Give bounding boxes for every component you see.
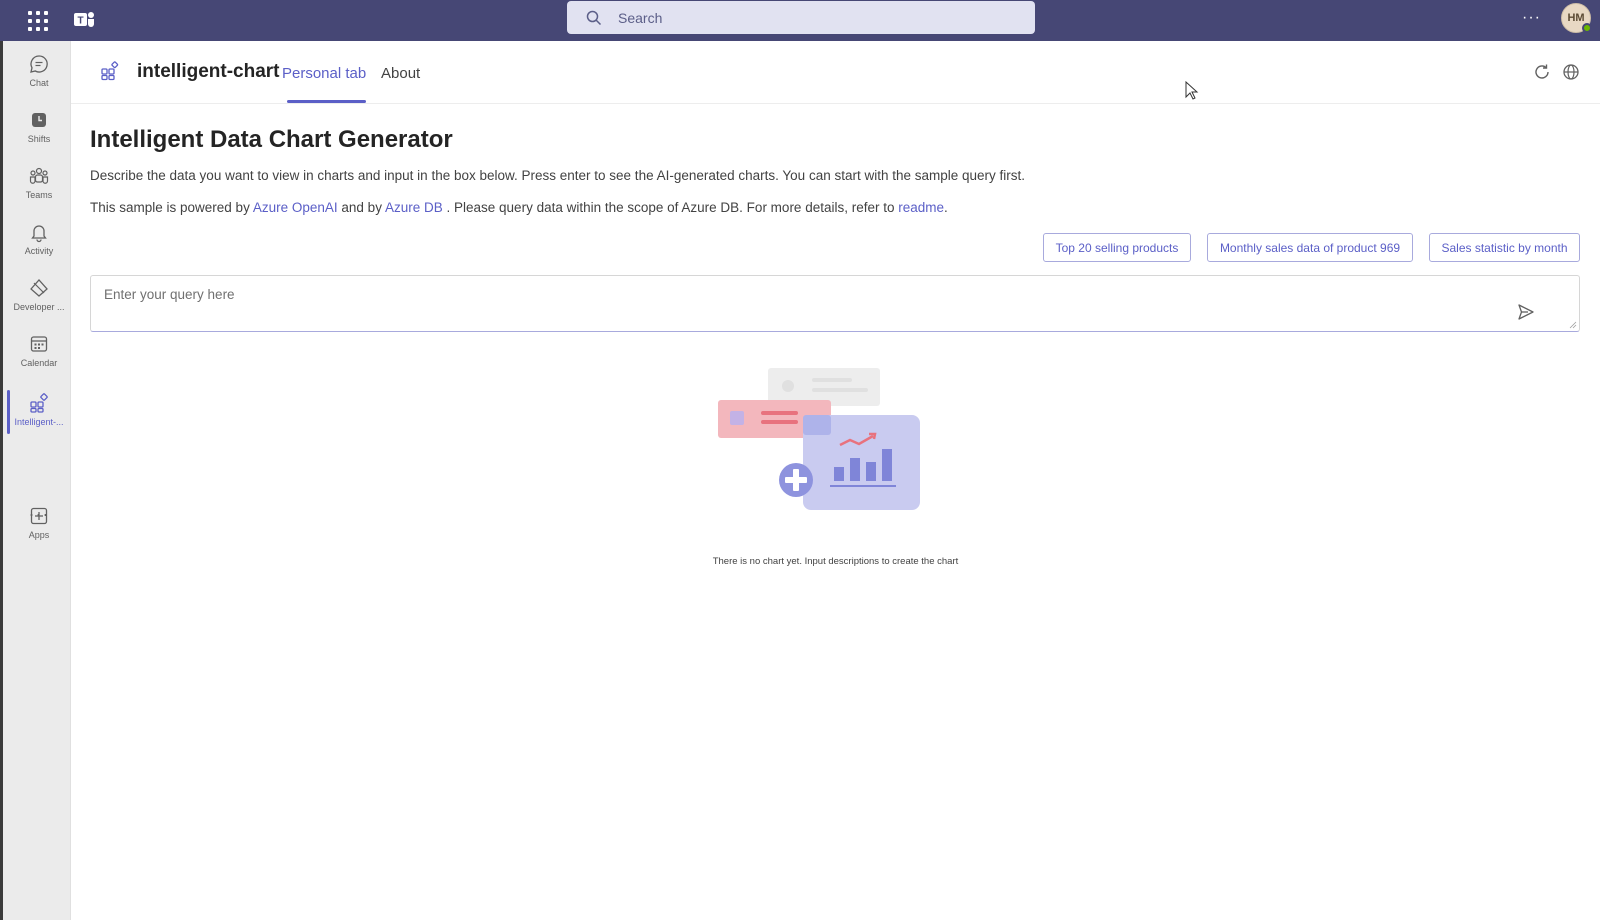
search-placeholder: Search: [618, 10, 663, 26]
powered-by-text: This sample is powered by Azure OpenAI a…: [90, 200, 948, 215]
tab-personal[interactable]: Personal tab: [282, 65, 366, 82]
rail-item-teams[interactable]: Teams: [6, 159, 72, 215]
sample-query-button[interactable]: Top 20 selling products: [1043, 233, 1191, 262]
active-tab-indicator: [287, 100, 366, 103]
rail-item-developer-portal[interactable]: Developer ...: [6, 271, 72, 327]
search-box[interactable]: Search: [567, 1, 1035, 34]
left-rail: Chat Shifts Teams Activity Developer ...…: [0, 41, 71, 920]
app-launcher-icon[interactable]: [26, 9, 48, 31]
more-options-icon[interactable]: ···: [1522, 9, 1541, 27]
avatar-initials: HM: [1567, 12, 1585, 24]
developer-portal-icon: [30, 279, 48, 297]
rail-label: Chat: [29, 78, 49, 88]
app-grid-icon: [30, 393, 48, 413]
rail-label: Apps: [28, 530, 50, 540]
description-text: Describe the data you want to view in ch…: [90, 168, 1026, 183]
rail-label: Calendar: [20, 358, 58, 368]
readme-link[interactable]: readme: [898, 200, 944, 215]
search-icon: [586, 10, 602, 26]
tab-about[interactable]: About: [381, 65, 420, 82]
powered-prefix: This sample is powered by: [90, 200, 250, 215]
empty-chart-illustration-icon: [718, 368, 920, 510]
sample-query-button[interactable]: Monthly sales data of product 969: [1207, 233, 1413, 262]
add-apps-icon: [30, 507, 48, 525]
rail-item-shifts[interactable]: Shifts: [6, 103, 72, 159]
rail-label: Activity: [24, 246, 54, 256]
bell-icon: [31, 225, 47, 243]
powered-middle: and by: [341, 200, 382, 215]
powered-end: .: [944, 200, 948, 215]
rail-item-intelligent-chart[interactable]: Intelligent-...: [6, 386, 72, 442]
page-title: Intelligent Data Chart Generator: [90, 126, 453, 153]
globe-icon[interactable]: [1561, 62, 1581, 82]
resize-grip-icon[interactable]: [1569, 321, 1577, 329]
sample-query-button[interactable]: Sales statistic by month: [1429, 233, 1580, 262]
send-icon[interactable]: [1516, 302, 1536, 322]
teams-icon: [29, 167, 49, 184]
rail-item-activity[interactable]: Activity: [6, 215, 72, 271]
mouse-cursor-icon: [1185, 81, 1199, 100]
rail-item-calendar[interactable]: Calendar: [6, 327, 72, 383]
main-content: Intelligent Data Chart Generator Describ…: [71, 104, 1600, 920]
shifts-icon: [32, 113, 46, 127]
query-input[interactable]: Enter your query here: [90, 275, 1580, 332]
app-grid-icon: [101, 61, 119, 81]
rail-label: Developer ...: [13, 302, 65, 312]
teams-logo-icon: T: [74, 12, 94, 27]
rail-item-apps[interactable]: Apps: [6, 499, 72, 555]
avatar[interactable]: HM: [1561, 3, 1592, 33]
chat-icon: [30, 55, 48, 73]
azure-openai-link[interactable]: Azure OpenAI: [253, 200, 338, 215]
svg-text:T: T: [77, 16, 83, 27]
app-header: intelligent-chart Personal tab About: [71, 41, 1600, 104]
azure-db-link[interactable]: Azure DB: [385, 200, 443, 215]
empty-state-message: There is no chart yet. Input description…: [712, 556, 959, 567]
app-title: intelligent-chart: [137, 61, 280, 82]
presence-indicator: [1582, 23, 1592, 33]
rail-label: Intelligent-...: [14, 417, 64, 427]
calendar-icon: [30, 336, 48, 352]
query-placeholder: Enter your query here: [104, 287, 235, 302]
rail-label: Teams: [25, 190, 53, 200]
rail-label: Shifts: [27, 134, 51, 144]
rail-item-chat[interactable]: Chat: [6, 47, 72, 103]
refresh-icon[interactable]: [1532, 62, 1552, 82]
top-bar: T Search ··· HM: [0, 0, 1600, 41]
powered-suffix: . Please query data within the scope of …: [446, 200, 895, 215]
